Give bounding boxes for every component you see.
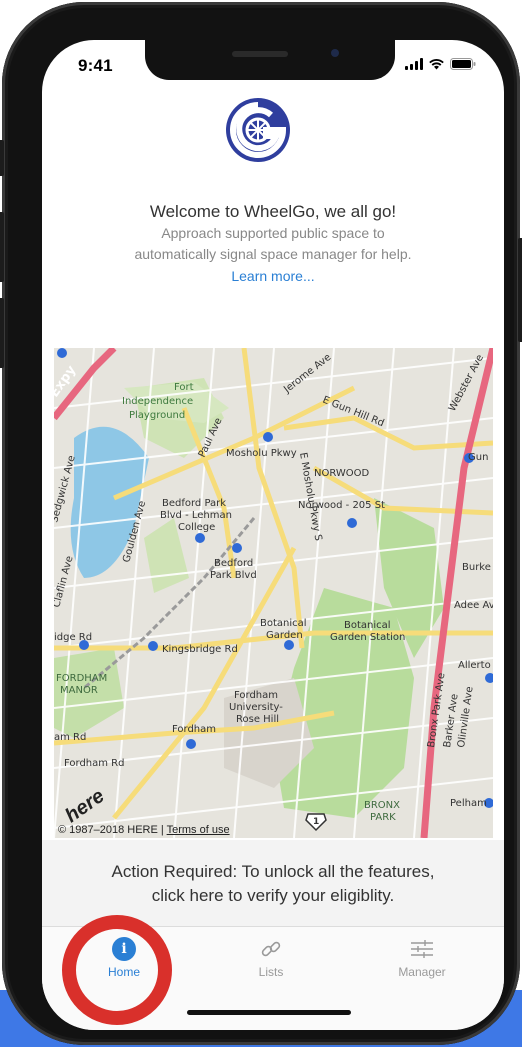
map-label-bedford-park-2: Park Blvd xyxy=(210,570,257,581)
map-label-fordham-univ-3: Rose Hill xyxy=(236,714,279,725)
map-canvas[interactable]: Expy Fort Independence Playground Jerome… xyxy=(54,348,493,838)
map-label-ridge-rd: idge Rd xyxy=(54,632,92,643)
map-label-fordham-univ-2: University- xyxy=(229,702,283,713)
map-label-bedford-lehman-3: College xyxy=(178,522,215,533)
map-label-mosholu: Mosholu Pkwy xyxy=(226,448,297,459)
welcome-description-line1: Approach supported public space to xyxy=(161,225,385,241)
map-label-botanical-station-2: Garden Station xyxy=(330,632,405,643)
map-label-bronx-park-1: BRONX xyxy=(364,800,400,811)
map-label-fordham-univ-1: Fordham xyxy=(234,690,278,701)
map-view[interactable]: Expy Fort Independence Playground Jerome… xyxy=(54,348,493,838)
map-label-burke: Burke xyxy=(462,562,491,573)
action-required-line2[interactable]: click here to verify your eligiblity. xyxy=(42,886,504,906)
battery-icon xyxy=(450,58,476,70)
welcome-title: Welcome to WheelGo, we all go! xyxy=(149,202,397,221)
tab-lists-label: Lists xyxy=(258,965,284,979)
map-label-fort: Fort xyxy=(174,382,194,393)
tab-manager[interactable]: Manager xyxy=(362,937,482,979)
map-label-botanical-station-1: Botanical xyxy=(344,620,391,631)
map-label-independence: Independence xyxy=(122,396,193,407)
welcome-description-line2: automatically signal space manager for h… xyxy=(134,246,412,262)
status-icons xyxy=(405,58,476,70)
volume-down-button xyxy=(0,298,4,368)
route-shield-label: 1 xyxy=(313,817,319,827)
map-label-am-rd: am Rd xyxy=(54,732,86,743)
learn-more-link[interactable]: Learn more... xyxy=(42,268,504,284)
tab-manager-label: Manager xyxy=(398,965,446,979)
wheelgo-logo xyxy=(226,98,290,162)
mute-switch xyxy=(0,140,4,176)
map-label-adee: Adee Av xyxy=(454,600,493,611)
status-time: 9:41 xyxy=(78,56,113,75)
map-copyright: © 1987–2018 HERE | Terms of use xyxy=(58,824,230,836)
map-label-gun: Gun xyxy=(468,452,488,463)
map-label-botanical-garden-1: Botanical xyxy=(260,618,307,629)
tab-lists[interactable]: Lists xyxy=(211,937,331,979)
speaker-grill xyxy=(232,51,288,57)
app-screen: 9:41 Welcome to WheelGo, we all go! Appr… xyxy=(42,40,504,1030)
map-label-bedford-lehman-1: Bedford Park xyxy=(162,498,226,509)
map-label-fordham-manor-2: MANOR xyxy=(60,685,98,696)
signal-icon xyxy=(405,58,423,70)
map-label-allerton: Allerto xyxy=(458,660,491,671)
map-label-kingsbridge: Kingsbridge Rd xyxy=(162,644,238,655)
phone-frame: 9:41 Welcome to WheelGo, we all go! Appr… xyxy=(0,2,522,1045)
action-required-banner[interactable]: Action Required: To unlock all the featu… xyxy=(42,840,504,926)
map-label-bedford-park-1: Bedford xyxy=(214,558,253,569)
terms-of-use-link[interactable]: Terms of use xyxy=(167,824,230,836)
map-label-norwood: NORWOOD xyxy=(314,468,370,479)
map-label-fordham-rd: Fordham Rd xyxy=(64,758,124,769)
home-indicator[interactable] xyxy=(187,1010,351,1015)
map-label-botanical-garden-2: Garden xyxy=(266,630,303,641)
sliders-icon xyxy=(411,940,433,958)
highlight-ring xyxy=(62,915,172,1025)
map-label-fordham: Fordham xyxy=(172,724,216,735)
map-label-bronx-park-2: PARK xyxy=(370,812,396,823)
notch xyxy=(145,40,395,80)
volume-up-button xyxy=(0,212,4,282)
map-label-playground: Playground xyxy=(129,410,185,421)
power-button xyxy=(518,238,522,342)
wifi-icon xyxy=(429,59,444,70)
action-required-line1: Action Required: To unlock all the featu… xyxy=(111,862,435,881)
map-label-fordham-manor-1: FORDHAM xyxy=(56,673,107,684)
front-camera xyxy=(331,49,339,57)
map-label-bedford-lehman-2: Blvd - Lehman xyxy=(160,510,232,521)
map-copyright-text: © 1987–2018 HERE | xyxy=(58,824,167,836)
link-icon xyxy=(261,941,281,957)
map-label-pelham: Pelham xyxy=(450,798,487,809)
